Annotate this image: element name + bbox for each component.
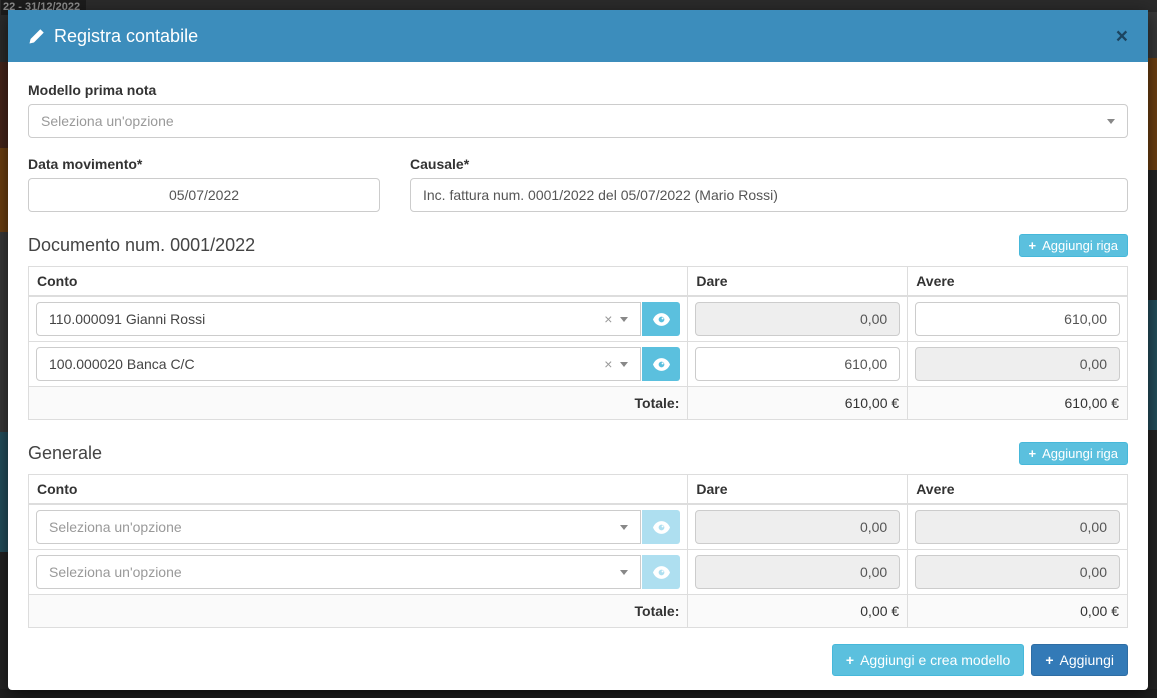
total-row: Totale: 0,00 € 0,00 €: [29, 595, 1128, 628]
section-title-documento: Documento num. 0001/2022: [28, 235, 255, 256]
chevron-down-icon: [620, 525, 628, 530]
add-row-button-documento[interactable]: + Aggiungi riga: [1019, 234, 1128, 257]
modal-body: Modello prima nota Seleziona un'opzione …: [8, 62, 1148, 644]
data-movimento-input[interactable]: [28, 178, 380, 212]
plus-icon: +: [846, 652, 854, 668]
column-header-conto: Conto: [29, 475, 688, 505]
table-row: 110.000091 Gianni Rossi ×: [29, 296, 1128, 342]
conto-select[interactable]: 110.000091 Gianni Rossi ×: [36, 302, 641, 336]
conto-select[interactable]: Seleziona un'opzione: [36, 510, 641, 544]
eye-icon[interactable]: [642, 302, 680, 336]
registra-contabile-modal: Registra contabile × Modello prima nota …: [8, 10, 1148, 690]
add-row-button-generale[interactable]: + Aggiungi riga: [1019, 442, 1128, 465]
add-row-label: Aggiungi riga: [1042, 446, 1118, 461]
modello-prima-nota-label: Modello prima nota: [28, 82, 1128, 98]
conto-select-placeholder: Seleziona un'opzione: [49, 519, 612, 535]
avere-input[interactable]: [915, 555, 1120, 589]
modal-footer: + Aggiungi e crea modello + Aggiungi: [8, 644, 1148, 690]
total-label: Totale:: [29, 387, 688, 420]
total-label: Totale:: [29, 595, 688, 628]
pencil-icon: [28, 28, 45, 45]
conto-select-value: 100.000020 Banca C/C: [49, 356, 596, 372]
total-dare: 0,00 €: [688, 595, 908, 628]
total-dare: 610,00 €: [688, 387, 908, 420]
chevron-down-icon: [620, 317, 628, 322]
modal-title: Registra contabile: [28, 26, 198, 47]
table-row: 100.000020 Banca C/C ×: [29, 342, 1128, 387]
modello-prima-nota-select[interactable]: Seleziona un'opzione: [28, 104, 1128, 138]
background-fragment: [1148, 170, 1157, 300]
conto-select[interactable]: 100.000020 Banca C/C ×: [36, 347, 641, 381]
background-fragment: [0, 232, 8, 432]
aggiungi-e-crea-modello-label: Aggiungi e crea modello: [860, 652, 1010, 668]
plus-icon: +: [1045, 652, 1053, 668]
background-fragment: [1148, 12, 1157, 58]
conto-select-placeholder: Seleziona un'opzione: [49, 564, 612, 580]
eye-icon[interactable]: [642, 347, 680, 381]
avere-input[interactable]: [915, 302, 1120, 336]
total-avere: 0,00 €: [908, 595, 1128, 628]
background-fragment: [0, 689, 1157, 698]
chevron-down-icon: [620, 362, 628, 367]
avere-input[interactable]: [915, 510, 1120, 544]
conto-select[interactable]: Seleziona un'opzione: [36, 555, 641, 589]
background-fragment: [0, 432, 8, 552]
chevron-down-icon: [1107, 119, 1115, 124]
table-row: Seleziona un'opzione: [29, 550, 1128, 595]
conto-select-value: 110.000091 Gianni Rossi: [49, 311, 596, 327]
chevron-down-icon: [620, 570, 628, 575]
close-icon[interactable]: ×: [1116, 26, 1128, 47]
clear-icon[interactable]: ×: [604, 357, 612, 371]
plus-icon: +: [1029, 446, 1037, 461]
data-movimento-label: Data movimento*: [28, 156, 380, 172]
background-fragment: [0, 148, 8, 232]
dare-input[interactable]: [695, 302, 900, 336]
aggiungi-e-crea-modello-button[interactable]: + Aggiungi e crea modello: [832, 644, 1024, 676]
eye-icon[interactable]: [642, 510, 680, 544]
aggiungi-button[interactable]: + Aggiungi: [1031, 644, 1128, 676]
generale-table: Conto Dare Avere Seleziona un'opzione: [28, 474, 1128, 628]
background-fragment: [0, 552, 8, 690]
eye-icon[interactable]: [642, 555, 680, 589]
background-fragment: [1148, 58, 1157, 170]
dare-input[interactable]: [695, 510, 900, 544]
column-header-avere: Avere: [908, 475, 1128, 505]
total-row: Totale: 610,00 € 610,00 €: [29, 387, 1128, 420]
clear-icon[interactable]: ×: [604, 312, 612, 326]
dare-input[interactable]: [695, 347, 900, 381]
documento-table: Conto Dare Avere 110.000091 Gianni Rossi…: [28, 266, 1128, 420]
column-header-dare: Dare: [688, 267, 908, 297]
modal-title-text: Registra contabile: [54, 26, 198, 47]
dare-input[interactable]: [695, 555, 900, 589]
add-row-label: Aggiungi riga: [1042, 238, 1118, 253]
causale-label: Causale*: [410, 156, 1128, 172]
modello-select-placeholder: Seleziona un'opzione: [41, 113, 1099, 129]
avere-input[interactable]: [915, 347, 1120, 381]
background-fragment: [1148, 300, 1157, 430]
plus-icon: +: [1029, 238, 1037, 253]
total-avere: 610,00 €: [908, 387, 1128, 420]
table-row: Seleziona un'opzione: [29, 504, 1128, 550]
background-fragment: [0, 62, 8, 148]
column-header-dare: Dare: [688, 475, 908, 505]
modal-header: Registra contabile ×: [8, 10, 1148, 62]
column-header-avere: Avere: [908, 267, 1128, 297]
aggiungi-label: Aggiungi: [1060, 652, 1115, 668]
column-header-conto: Conto: [29, 267, 688, 297]
section-title-generale: Generale: [28, 443, 102, 464]
causale-input[interactable]: [410, 178, 1128, 212]
background-fragment: [1148, 430, 1157, 690]
